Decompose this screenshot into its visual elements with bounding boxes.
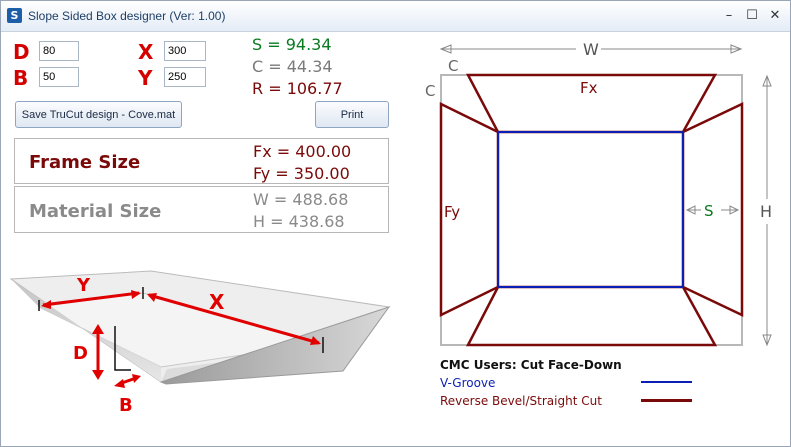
fy-value: Fy = 350.00 bbox=[253, 164, 350, 183]
b-label: B bbox=[13, 66, 29, 90]
s-dimension-label: S bbox=[704, 202, 714, 220]
window-title: Slope Sided Box designer (Ver: 1.00) bbox=[28, 9, 226, 23]
c-top-label: C bbox=[448, 57, 458, 75]
title-bar: S Slope Sided Box designer (Ver: 1.00) –… bbox=[1, 1, 790, 32]
c-result: C = 44.34 bbox=[252, 57, 333, 76]
v-groove-outline bbox=[497, 131, 684, 288]
close-icon[interactable]: ✕ bbox=[765, 7, 785, 25]
s-result: S = 94.34 bbox=[252, 35, 332, 54]
legend-bevel-label: Reverse Bevel/Straight Cut bbox=[440, 394, 602, 408]
y-label: Y bbox=[138, 66, 153, 90]
maximize-icon[interactable]: ☐ bbox=[742, 7, 762, 25]
d-label: D bbox=[73, 343, 88, 364]
x-input[interactable] bbox=[164, 41, 206, 61]
legend-title: CMC Users: Cut Face-Down bbox=[440, 358, 622, 372]
frame-size-label: Frame Size bbox=[29, 152, 141, 173]
b-input[interactable] bbox=[39, 67, 79, 87]
y-input[interactable] bbox=[164, 67, 206, 87]
h-dimension-label: H bbox=[760, 202, 772, 221]
c-left-label: C bbox=[425, 82, 435, 100]
b-label: B bbox=[119, 395, 133, 416]
box-illustration: Y X D B bbox=[9, 270, 391, 416]
r-result: R = 106.77 bbox=[252, 79, 343, 98]
frame-size-panel: Frame Size Fx = 400.00 Fy = 350.00 bbox=[14, 138, 389, 184]
fx-piece-label: Fx bbox=[580, 79, 598, 97]
minimize-icon[interactable]: – bbox=[719, 7, 739, 25]
fy-piece-label: Fy bbox=[444, 203, 460, 221]
material-size-label: Material Size bbox=[29, 201, 162, 222]
legend-bevel-line bbox=[641, 399, 692, 402]
legend-vgroove-line bbox=[641, 381, 692, 383]
x-label: X bbox=[138, 40, 154, 64]
app-icon: S bbox=[7, 8, 22, 23]
d-label: D bbox=[13, 40, 30, 64]
legend-vgroove-label: V-Groove bbox=[440, 376, 496, 390]
print-button[interactable]: Print bbox=[315, 101, 389, 128]
save-trucut-button[interactable]: Save TruCut design - Cove.mat bbox=[15, 101, 182, 128]
fx-value: Fx = 400.00 bbox=[253, 142, 352, 161]
w-value: W = 488.68 bbox=[253, 190, 349, 209]
h-value: H = 438.68 bbox=[253, 212, 345, 231]
y-label: Y bbox=[76, 275, 91, 296]
app-window: S Slope Sided Box designer (Ver: 1.00) –… bbox=[0, 0, 791, 447]
material-size-panel: Material Size W = 488.68 H = 438.68 bbox=[14, 186, 389, 233]
x-label: X bbox=[209, 290, 225, 314]
layout-diagram: W H C C Fx Fy S bbox=[425, 40, 772, 347]
w-dimension-label: W bbox=[583, 40, 599, 59]
d-input[interactable] bbox=[39, 41, 79, 61]
